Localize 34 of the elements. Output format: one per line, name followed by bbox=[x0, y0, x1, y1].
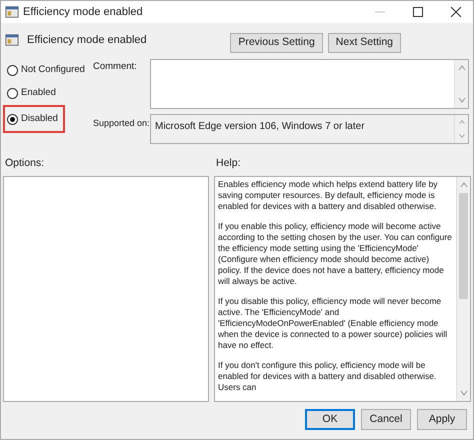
comment-label: Comment: bbox=[93, 60, 138, 74]
help-label: Help: bbox=[216, 156, 241, 171]
help-paragraph: If you disable this policy, efficiency mode will never become active. The 'EfficiencyMode' and 'EfficiencyModeOnPowerEnabled' (Enable efficiency mode when the device is connected to a power source) policies will have no effect. bbox=[218, 296, 448, 351]
help-paragraph: If you don't configure this policy, efficiency mode will be enabled for devices with a battery and disabled otherwise. Users can bbox=[218, 360, 438, 393]
help-paragraph: If you enable this policy, efficiency mode will become active according to the setting chosen by the user. You can configure the efficiency mode setting using the 'EfficiencyMode' (Configure when efficiency mode should become active) policy. If the device does not have a battery, efficiency mode will always be active. bbox=[218, 221, 453, 287]
radio-button[interactable] bbox=[7, 88, 18, 98]
supported-on-value: Microsoft Edge version 106, Windows 7 or later bbox=[154, 120, 366, 134]
supported-on-label: Supported on: bbox=[93, 117, 150, 130]
policy-icon bbox=[5, 5, 19, 19]
nav-button[interactable]: Previous Setting bbox=[230, 33, 323, 53]
maximize-icon[interactable] bbox=[413, 7, 423, 17]
radio-label: Not Configured bbox=[21, 62, 85, 77]
radio-label: Disabled bbox=[21, 112, 58, 126]
dialog-button[interactable]: Apply bbox=[417, 409, 467, 430]
scroll-down-icon[interactable] bbox=[458, 133, 466, 139]
radio-label: Enabled bbox=[21, 86, 56, 100]
policy-title: Efficiency mode enabled bbox=[27, 33, 147, 48]
scroll-down-icon[interactable] bbox=[458, 96, 466, 104]
window-title: Efficiency mode enabled bbox=[23, 4, 143, 20]
dialog-button[interactable]: OK bbox=[305, 409, 355, 430]
scroll-thumb[interactable] bbox=[459, 193, 468, 299]
dialog-button[interactable]: Cancel bbox=[361, 409, 411, 430]
help-paragraph: Enables efficiency mode which helps extend battery life by saving computer resources. By default, efficiency mode is enabled for devices with a battery and disabled otherwise. bbox=[218, 179, 439, 212]
scroll-down-icon[interactable] bbox=[460, 389, 468, 397]
scroll-up-icon[interactable] bbox=[458, 64, 466, 72]
options-label: Options: bbox=[5, 156, 46, 171]
scroll-up-icon[interactable] bbox=[458, 119, 466, 125]
policy-icon bbox=[5, 33, 19, 47]
radio-button[interactable] bbox=[7, 64, 18, 76]
close-icon[interactable] bbox=[451, 7, 461, 17]
scroll-up-icon[interactable] bbox=[460, 181, 468, 189]
comment-field[interactable] bbox=[150, 59, 469, 109]
radio-button[interactable] bbox=[7, 114, 18, 124]
nav-button[interactable]: Next Setting bbox=[328, 33, 401, 53]
